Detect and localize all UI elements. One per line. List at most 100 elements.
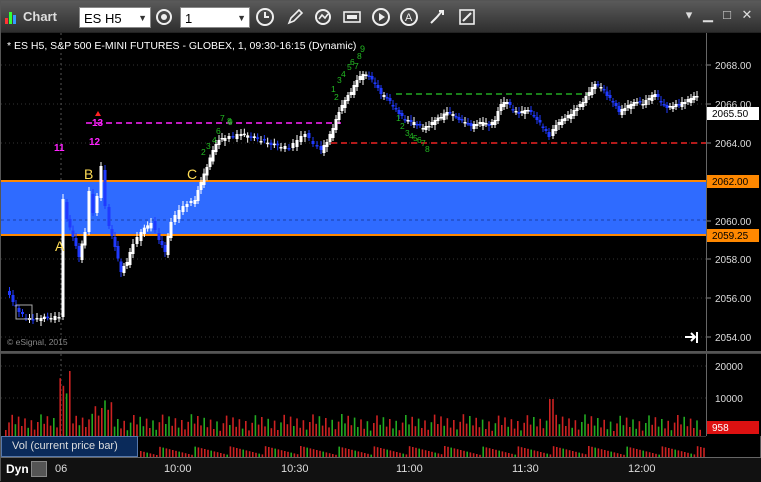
candle-body (445, 112, 449, 116)
volume-bar (309, 422, 311, 437)
chevron-down-icon[interactable]: ▼ (138, 8, 147, 29)
candle-body (269, 142, 273, 145)
volume-tick-label: 10000 (715, 394, 743, 405)
candle-body (626, 105, 630, 108)
volume-study-label[interactable]: Vol (current price bar) (1, 436, 138, 457)
chevron-down-icon[interactable]: ▼ (237, 8, 246, 29)
link-settings-icon[interactable] (153, 6, 175, 28)
volume-bar (81, 417, 84, 437)
candle-body (185, 204, 189, 207)
refresh-icon[interactable] (312, 6, 334, 28)
candle-body (388, 98, 392, 101)
volume-bar (465, 423, 468, 437)
volume-bar (331, 419, 333, 437)
volume-bar (376, 415, 378, 437)
data-icon[interactable] (341, 6, 363, 28)
volume-bar (475, 417, 477, 437)
candle-body (554, 125, 558, 131)
volume-bar (446, 418, 449, 437)
time-tick-label: 11:30 (512, 463, 539, 475)
volume-bar (395, 420, 397, 437)
candle-body (644, 100, 648, 105)
candle-body (659, 101, 663, 103)
scroll-to-end-icon[interactable] (685, 332, 698, 343)
candle-body (291, 143, 295, 148)
volume-bar (366, 421, 369, 437)
range-zone (1, 181, 706, 235)
candle-body (490, 122, 494, 125)
volume-bar (549, 399, 551, 437)
volume-bar (197, 416, 199, 437)
candle-body (689, 98, 693, 103)
price-chart[interactable]: * ES H5, S&P 500 E-MINI FUTURES - GLOBEX… (1, 33, 706, 351)
volume-bar (267, 418, 269, 437)
svg-text:2: 2 (334, 92, 339, 102)
candle-body (662, 104, 666, 106)
candle-body (163, 245, 167, 252)
scale-toggle-icon[interactable] (31, 461, 47, 477)
candle-body (279, 147, 283, 149)
candle-body (641, 104, 645, 106)
menu-icon[interactable]: ▾ (679, 5, 699, 25)
dynamic-mode-label[interactable]: Dyn (6, 462, 29, 476)
interval-combo[interactable]: 1 ▼ (180, 7, 250, 28)
candle-body (80, 243, 84, 260)
volume-bar (30, 420, 33, 437)
symbol-combo[interactable]: ES H5 ▼ (79, 7, 151, 28)
volume-bar (667, 420, 669, 437)
edit-icon[interactable] (456, 6, 478, 28)
title-bar: Chart ES H5 ▼ 1 ▼ A ▾ ▁ □ ✕ (1, 1, 761, 33)
candle-body (276, 143, 280, 146)
clock-icon[interactable] (254, 6, 276, 28)
candle-body (146, 225, 150, 229)
volume-bar (459, 421, 461, 437)
volume-bar (523, 422, 525, 437)
candle-body (442, 113, 446, 120)
candle-body (382, 95, 386, 97)
candle-body (125, 262, 129, 266)
candle-body (632, 102, 636, 106)
arrow-marker-icon (95, 111, 101, 116)
minimize-icon[interactable]: ▁ (698, 5, 718, 25)
volume-bar (152, 420, 154, 437)
volume-bar (222, 423, 225, 437)
candle-body (337, 112, 341, 120)
volume-bar (251, 422, 253, 437)
maximize-icon[interactable]: □ (717, 5, 737, 25)
volume-bar (139, 416, 141, 437)
candle-body (532, 115, 536, 117)
price-chart-svg: * ES H5, S&P 500 E-MINI FUTURES - GLOBEX… (1, 33, 706, 351)
volume-bar (238, 419, 241, 437)
candle-body (42, 316, 46, 319)
formula-icon[interactable]: A (398, 6, 420, 28)
tool-icon[interactable] (426, 6, 448, 28)
time-axis[interactable]: Dyn 06 10:00 10:30 11:00 11:30 12:00 (1, 457, 761, 482)
candle-body (593, 84, 597, 89)
volume-bar (245, 421, 247, 437)
candle-body (239, 134, 243, 136)
volume-bar (302, 420, 305, 437)
volume-bar (216, 421, 218, 437)
candle-body (91, 194, 95, 213)
candle-body (575, 108, 579, 111)
pencil-icon[interactable] (284, 6, 306, 28)
candle-body (415, 124, 419, 126)
price-axis[interactable]: 2068.00 2066.00 2064.00 2060.00 2058.00 … (706, 33, 761, 351)
play-icon[interactable] (370, 6, 392, 28)
svg-text:7: 7 (354, 61, 359, 71)
volume-bar (225, 415, 228, 437)
app-title: Chart (23, 9, 57, 24)
candle-body (283, 146, 287, 149)
volume-bar (389, 419, 391, 437)
volume-pane[interactable] (1, 353, 706, 437)
volume-bar (104, 400, 106, 437)
volume-bar (561, 416, 564, 437)
candle-body (620, 109, 624, 115)
candle-body (499, 104, 503, 111)
candle-body (439, 117, 443, 119)
candle-body (119, 261, 123, 272)
candle-body (364, 74, 368, 76)
close-icon[interactable]: ✕ (737, 5, 757, 25)
volume-bar (193, 423, 196, 437)
candle-body (11, 295, 15, 302)
